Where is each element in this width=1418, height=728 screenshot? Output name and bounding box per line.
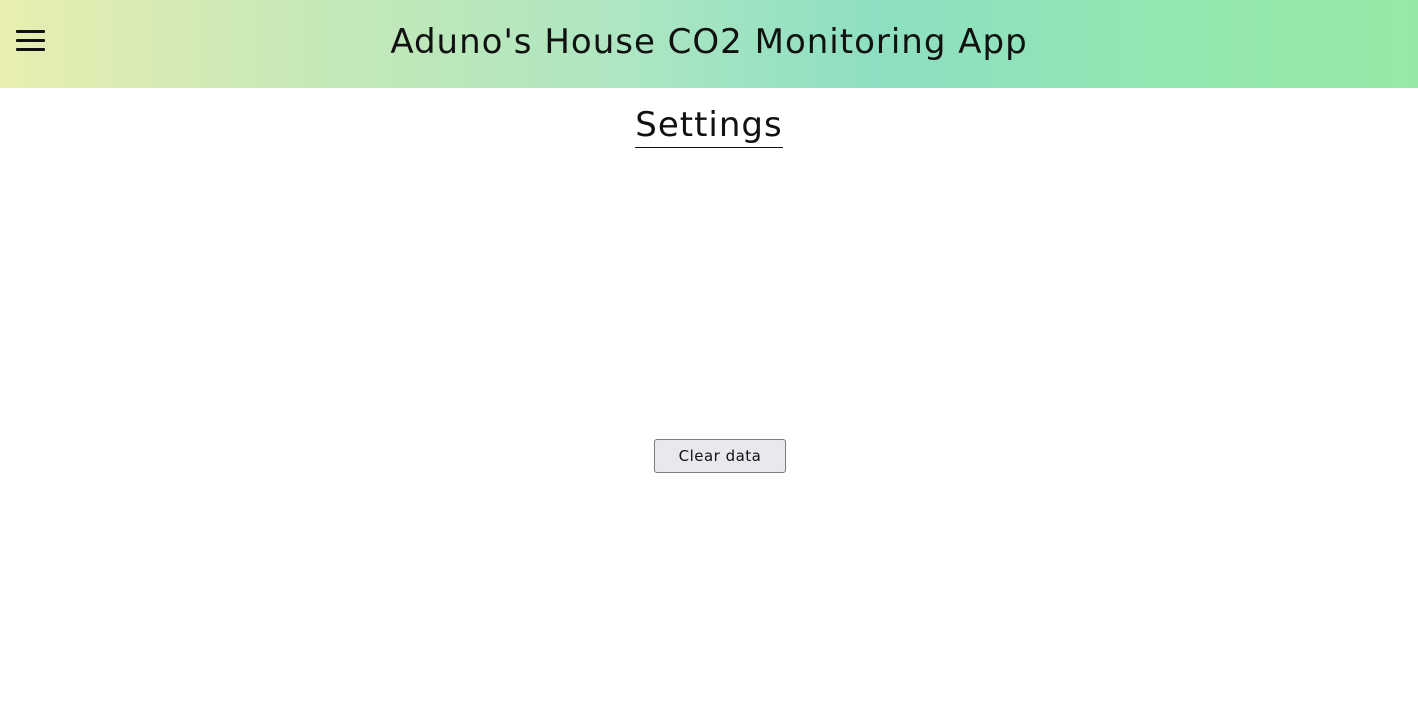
app-title: Aduno's House CO2 Monitoring App <box>390 22 1028 62</box>
clear-data-button[interactable]: Clear data <box>654 439 786 473</box>
page-title: Settings <box>635 104 783 148</box>
page-title-wrapper: Settings <box>0 104 1418 148</box>
app-header: Aduno's House CO2 Monitoring App <box>0 0 1418 88</box>
